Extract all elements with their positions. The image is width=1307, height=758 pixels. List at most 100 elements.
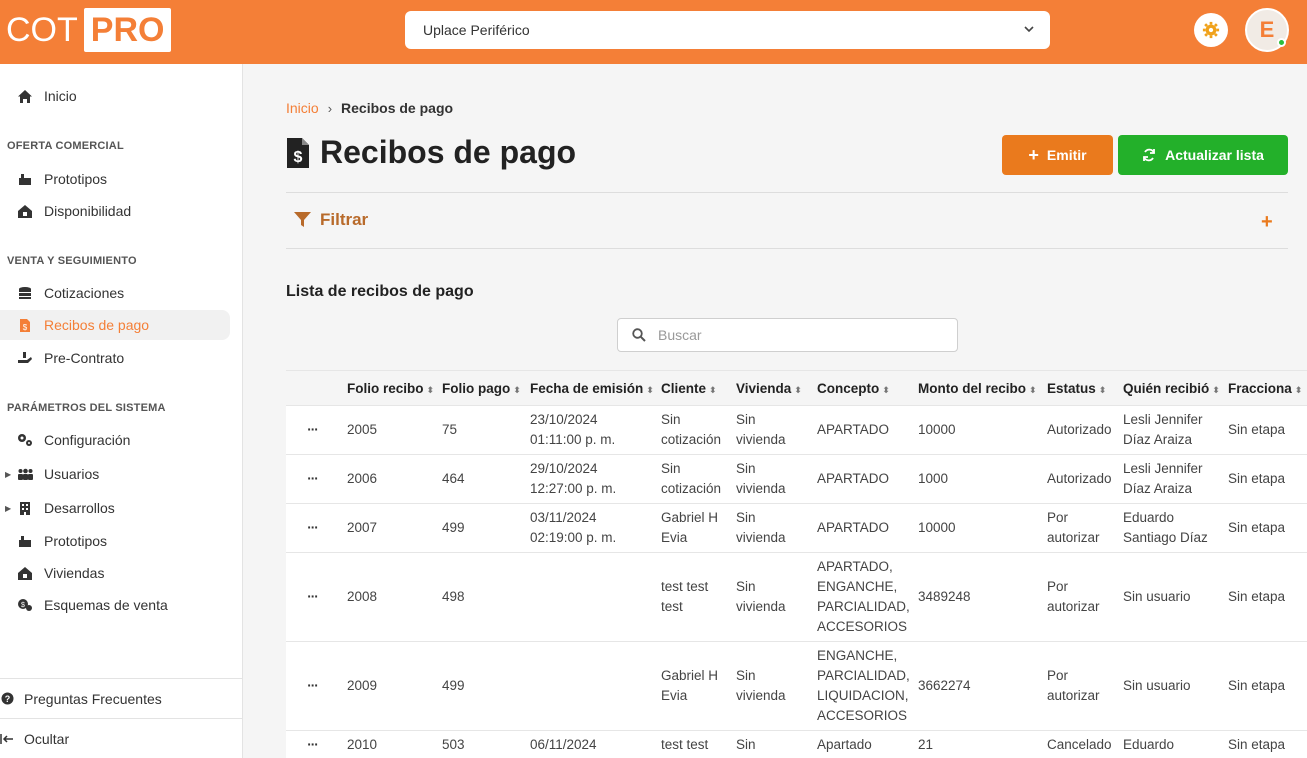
table-row[interactable]: ··· 2008 498 test test test Sin vivienda APARTA… <box>286 552 1307 642</box>
svg-text:$: $ <box>23 323 28 332</box>
refresh-list-button[interactable]: Actualizar lista <box>1118 135 1288 175</box>
sort-icon[interactable]: ⬍ <box>709 385 717 395</box>
sort-icon[interactable]: ⬍ <box>1099 385 1107 395</box>
cell-estatus: Por autorizar <box>1039 503 1115 553</box>
table-row[interactable]: ··· 2010 503 06/11/2024 test test Sin Apartado… <box>286 730 1307 758</box>
cell-line: 01:11:00 p. m. <box>530 432 616 447</box>
breadcrumb-home-link[interactable]: Inicio <box>286 100 319 116</box>
table-header-cell[interactable]: Fracciona ⬍ <box>1220 370 1307 406</box>
table-header-cell[interactable]: Vivienda ⬍ <box>728 370 809 406</box>
table-header-cell[interactable]: Monto del recibo ⬍ <box>910 370 1039 406</box>
sidebar-faq[interactable]: ? Preguntas Frecuentes <box>0 678 243 718</box>
sort-icon[interactable]: ⬍ <box>1029 385 1037 395</box>
user-avatar[interactable]: E <box>1245 8 1289 52</box>
cell-monto: 3662274 <box>910 641 1039 731</box>
sort-icon[interactable]: ⬍ <box>1212 385 1220 395</box>
sort-icon[interactable]: ⬍ <box>1295 385 1303 395</box>
table-header-cell[interactable]: Cliente ⬍ <box>653 370 728 406</box>
sidebar-item-esquemas[interactable]: $ Esquemas de venta <box>0 590 230 620</box>
cell-concepto: ENGANCHE, PARCIALIDAD, LIQUIDACION, ACCESOR… <box>809 641 910 731</box>
cell-quien: Lesli Jennifer Díaz Araiza <box>1115 405 1220 455</box>
sidebar-item-prototipos-params[interactable]: Prototipos <box>0 526 230 556</box>
receipts-table-container[interactable]: Folio recibo ⬍ Folio pago ⬍ Fecha de emisión… <box>286 370 1307 758</box>
filter-expand-plus-icon[interactable]: + <box>1261 211 1273 234</box>
cell-line: ACCESORIOS <box>817 619 908 634</box>
caret-right-icon: ▶ <box>5 469 12 479</box>
table-row[interactable]: ··· 2006 464 29/10/2024 12:27:00 p. m. Sin cot… <box>286 454 1307 504</box>
cell-fracciona: Sin etapa <box>1220 641 1307 731</box>
sort-icon[interactable]: ⬍ <box>882 385 890 395</box>
sort-icon[interactable]: ⬍ <box>427 385 435 395</box>
cell-line: test <box>661 599 683 614</box>
cell-line: LIQUIDACION, <box>817 688 909 703</box>
development-select[interactable]: Uplace Periférico <box>405 11 1050 49</box>
table-header-cell[interactable]: Estatus ⬍ <box>1039 370 1115 406</box>
sidebar-hide[interactable]: Ocultar <box>0 718 243 758</box>
row-actions-menu-icon[interactable]: ··· <box>286 730 339 758</box>
sales-scheme-icon: $ <box>16 596 34 614</box>
cell-vivienda: Sin vivienda <box>728 405 809 455</box>
row-actions-menu-icon[interactable]: ··· <box>286 552 339 642</box>
sidebar-item-prototipos[interactable]: Prototipos <box>0 164 230 194</box>
row-actions-menu-icon[interactable]: ··· <box>286 641 339 731</box>
cell-line: Evia <box>661 530 688 545</box>
sidebar-item-disponibilidad[interactable]: Disponibilidad <box>0 196 230 226</box>
cell-line: Díaz Araiza <box>1123 432 1193 447</box>
table-row[interactable]: ··· 2007 499 03/11/2024 02:19:00 p. m. Gabrie… <box>286 503 1307 553</box>
search-box[interactable] <box>617 318 958 352</box>
table-row[interactable]: ··· 2005 75 23/10/2024 01:11:00 p. m. Sin coti… <box>286 405 1307 455</box>
cell-fracciona: Sin etapa <box>1220 503 1307 553</box>
row-actions-menu-icon[interactable]: ··· <box>286 454 339 504</box>
top-bar: COT PRO Uplace Periférico E <box>0 0 1307 64</box>
table-row[interactable]: ··· 2009 499 Gabriel H Evia Sin vivienda ENGANC… <box>286 641 1307 731</box>
table-header-cell[interactable]: Folio recibo ⬍ <box>339 370 435 406</box>
coins-icon <box>16 284 34 302</box>
cell-line: APARTADO <box>817 422 890 437</box>
settings-button[interactable] <box>1194 13 1228 47</box>
cell-quien: Eduardo <box>1115 730 1220 758</box>
list-title: Lista de recibos de pago <box>286 283 474 300</box>
cell-line: 12:27:00 p. m. <box>530 481 617 496</box>
cell-line: vivienda <box>736 481 786 496</box>
cell-line: PARCIALIDAD, <box>817 599 910 614</box>
receipt-icon: $ <box>287 137 309 168</box>
row-actions-menu-icon[interactable]: ··· <box>286 405 339 455</box>
sidebar-item-viviendas[interactable]: Viviendas <box>0 558 230 588</box>
gear-icon <box>1202 21 1220 39</box>
breadcrumb-separator: › <box>327 100 333 116</box>
sidebar-section-venta: VENTA Y SEGUIMIENTO <box>7 255 137 267</box>
sidebar-item-precontrato[interactable]: Pre-Contrato <box>0 343 230 373</box>
search-input[interactable] <box>658 327 938 343</box>
main-content: Inicio › Recibos de pago $ Recibos de pa… <box>244 64 1307 758</box>
sidebar-item-desarrollos[interactable]: ▶ Desarrollos <box>0 493 230 523</box>
table-header-label: Cliente <box>661 380 707 396</box>
sort-icon[interactable]: ⬍ <box>513 385 521 395</box>
cell-line: Santiago Díaz <box>1123 530 1208 545</box>
cell-cliente: Gabriel H Evia <box>653 641 728 731</box>
filter-toggle[interactable]: Filtrar <box>294 210 368 230</box>
row-actions-menu-icon[interactable]: ··· <box>286 503 339 553</box>
sidebar-item-cotizaciones[interactable]: Cotizaciones <box>0 278 230 308</box>
table-header-cell[interactable]: Fecha de emisión ⬍ <box>522 370 654 406</box>
logo-cot: COT <box>6 11 78 49</box>
app-logo[interactable]: COT PRO <box>6 8 172 52</box>
cell-line: Sin <box>661 461 681 476</box>
cell-line: Evia <box>661 688 688 703</box>
cell-fecha: 23/10/2024 01:11:00 p. m. <box>522 405 653 455</box>
cell-concepto: APARTADO <box>809 454 910 504</box>
sidebar-item-configuracion[interactable]: Configuración <box>0 425 230 455</box>
cell-monto: 10000 <box>910 503 1039 553</box>
table-header-cell[interactable]: Concepto ⬍ <box>809 370 910 406</box>
table-header-cell[interactable]: Quién recibió ⬍ <box>1115 370 1220 406</box>
cell-fecha: 29/10/2024 12:27:00 p. m. <box>522 454 653 504</box>
sidebar-item-label: Inicio <box>44 88 77 104</box>
sidebar-item-inicio[interactable]: Inicio <box>0 81 230 111</box>
sort-icon[interactable]: ⬍ <box>794 385 802 395</box>
sidebar-item-usuarios[interactable]: ▶ Usuarios <box>0 459 230 489</box>
sidebar-item-recibos[interactable]: $ Recibos de pago <box>0 310 230 340</box>
cell-line: APARTADO <box>817 471 890 486</box>
table-header-cell[interactable]: Folio pago ⬍ <box>434 370 522 406</box>
emit-button[interactable]: + Emitir <box>1002 135 1113 175</box>
sort-icon[interactable]: ⬍ <box>646 385 654 395</box>
page-title: $ Recibos de pago <box>286 134 576 171</box>
